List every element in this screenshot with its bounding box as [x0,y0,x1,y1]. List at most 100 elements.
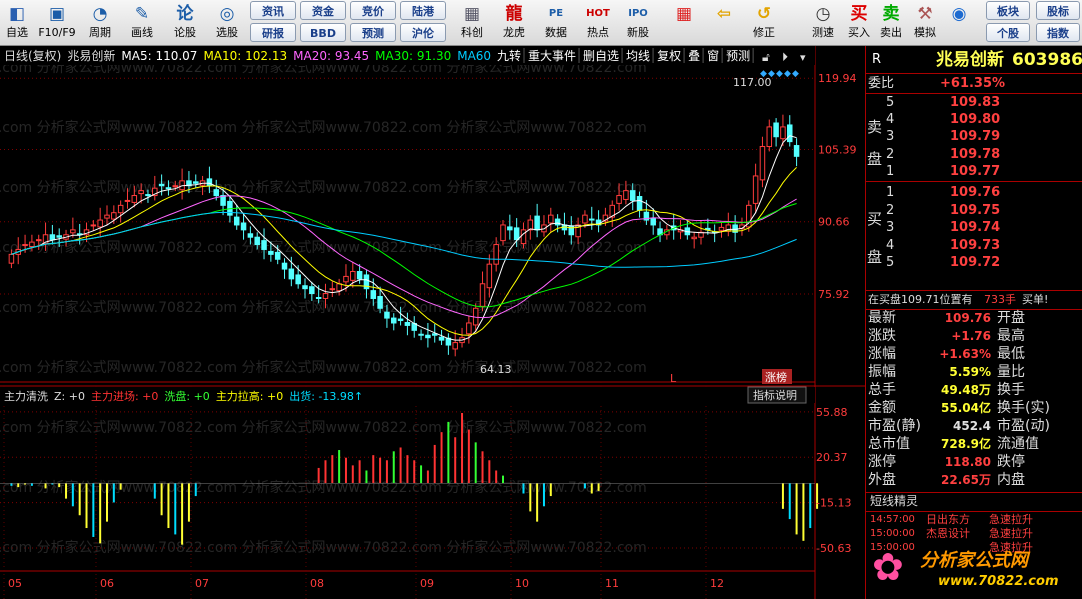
candle[interactable] [329,288,336,291]
candle[interactable] [343,275,349,283]
candle[interactable] [295,274,301,285]
candle[interactable] [370,290,377,299]
candle[interactable] [138,190,144,195]
toolbar-zixun-button[interactable]: 资讯 [250,1,296,20]
candle[interactable] [302,285,308,290]
candle[interactable] [520,229,527,245]
toolbar-zhishu-button[interactable]: 指数 [1036,23,1080,42]
toolbar-bbd-button[interactable]: BBD [300,23,346,42]
candle[interactable] [507,226,513,231]
toolbar-xiuzheng-button[interactable]: ↺ 修正 [746,1,782,45]
toolbar-gubiao-button[interactable]: 股标 [1036,1,1080,20]
candle[interactable] [193,181,199,184]
chart-tab-1[interactable]: 重大事件 [528,49,576,63]
candle[interactable] [404,321,411,326]
chart-tab-2[interactable]: 删自选 [583,49,619,63]
candle[interactable] [145,194,151,197]
sell-price[interactable]: 109.83 [950,94,1000,111]
candle[interactable] [8,253,15,264]
toolbar-yuce-button[interactable]: 预测 [350,23,396,42]
candle[interactable] [356,271,363,280]
candle[interactable] [650,217,656,226]
candle[interactable] [479,283,486,307]
candle[interactable] [90,224,97,227]
buy-price[interactable]: 109.72 [950,254,1000,271]
candle[interactable] [629,190,636,201]
candle[interactable] [466,322,472,335]
candle[interactable] [500,224,506,242]
candle[interactable] [233,216,240,226]
candle[interactable] [261,240,267,250]
toolbar-board-button[interactable]: ▦ [664,1,704,45]
candle[interactable] [70,229,76,234]
candle[interactable] [131,195,138,203]
toolbar-longhu-button[interactable]: 龍龙虎 [494,1,534,45]
toolbar-kechuang-button[interactable]: ▦ 科创 [452,1,492,45]
candle[interactable] [418,333,424,336]
short-line-elf-title[interactable]: 短线精灵 [870,493,918,510]
candle[interactable] [527,219,534,231]
chart-tab-0[interactable]: 九转 [497,48,521,63]
toolbar-huaxian-button[interactable]: ✎ 画线 [122,1,162,45]
candle[interactable] [274,251,281,260]
candle[interactable] [766,126,773,148]
candle[interactable] [247,233,254,238]
candle[interactable] [288,268,295,280]
candle[interactable] [56,235,62,238]
candle[interactable] [397,318,404,322]
candle[interactable] [793,145,800,157]
candle[interactable] [336,283,342,292]
sell-price[interactable]: 109.77 [950,163,1000,180]
candle[interactable] [759,146,766,181]
chart-tab-7[interactable]: 预测 [726,49,750,63]
candle[interactable] [22,244,28,247]
candle[interactable] [111,212,117,220]
chart-tab-4[interactable]: 复权 [657,49,681,63]
candle[interactable] [240,222,247,231]
toolbar-moni-button[interactable]: ⚒ 模拟 [908,1,942,45]
toolbar-xuangu-button[interactable]: ◎ 选股 [207,1,247,45]
candle[interactable] [315,296,322,299]
event-marker-icon[interactable]: ◆ [792,69,799,79]
candle[interactable] [554,218,561,226]
toolbar-bankuai-button[interactable]: 板块 [986,1,1030,20]
candle[interactable] [438,336,445,341]
sell-price[interactable]: 109.80 [950,111,1000,128]
candle[interactable] [117,204,124,214]
candle[interactable] [589,218,595,221]
event-marker-icon[interactable]: ◆ [760,69,767,79]
chart-tab-6[interactable]: 窗 [707,49,719,63]
candle[interactable] [268,250,274,255]
candle[interactable] [97,219,103,228]
chart-tab-3[interactable]: 均线 [626,49,650,63]
candle[interactable] [35,239,42,242]
lock-icon[interactable]: 🔓︎ [762,50,770,64]
toolbar-hulun-button[interactable]: 沪伦 [400,23,446,42]
candle[interactable] [582,214,588,224]
toolbar-zijin-button[interactable]: 资金 [300,1,346,20]
candle[interactable] [124,199,131,202]
candle[interactable] [486,263,493,289]
candle[interactable] [616,195,622,204]
candle[interactable] [548,214,554,224]
candle[interactable] [534,215,540,231]
play-icon[interactable]: ⏵ [782,50,788,64]
event-marker-icon[interactable]: ◆ [768,69,775,79]
buy-price[interactable]: 109.73 [950,237,1000,254]
candle[interactable] [623,190,629,200]
event-marker-icon[interactable]: ◆ [784,69,791,79]
candle[interactable] [172,185,179,188]
menu-down-icon[interactable]: ▾ [800,51,806,64]
candle[interactable] [780,126,786,140]
candle[interactable] [752,175,759,204]
toolbar-zixuan-button[interactable]: ◧ 自选 [0,1,34,45]
candle[interactable] [377,296,383,309]
toolbar-redian-button[interactable]: HOT 热点 [578,1,618,45]
candle[interactable] [493,244,499,265]
candle[interactable] [636,196,643,211]
buy-price[interactable]: 109.75 [950,202,1000,219]
toolbar-lugang-button[interactable]: 陆港 [400,1,446,20]
toolbar-globe-button[interactable]: ◉ [944,1,974,45]
news-stock[interactable]: 杰恩设计 [926,527,970,541]
event-marker-icon[interactable]: ◆ [776,69,783,79]
